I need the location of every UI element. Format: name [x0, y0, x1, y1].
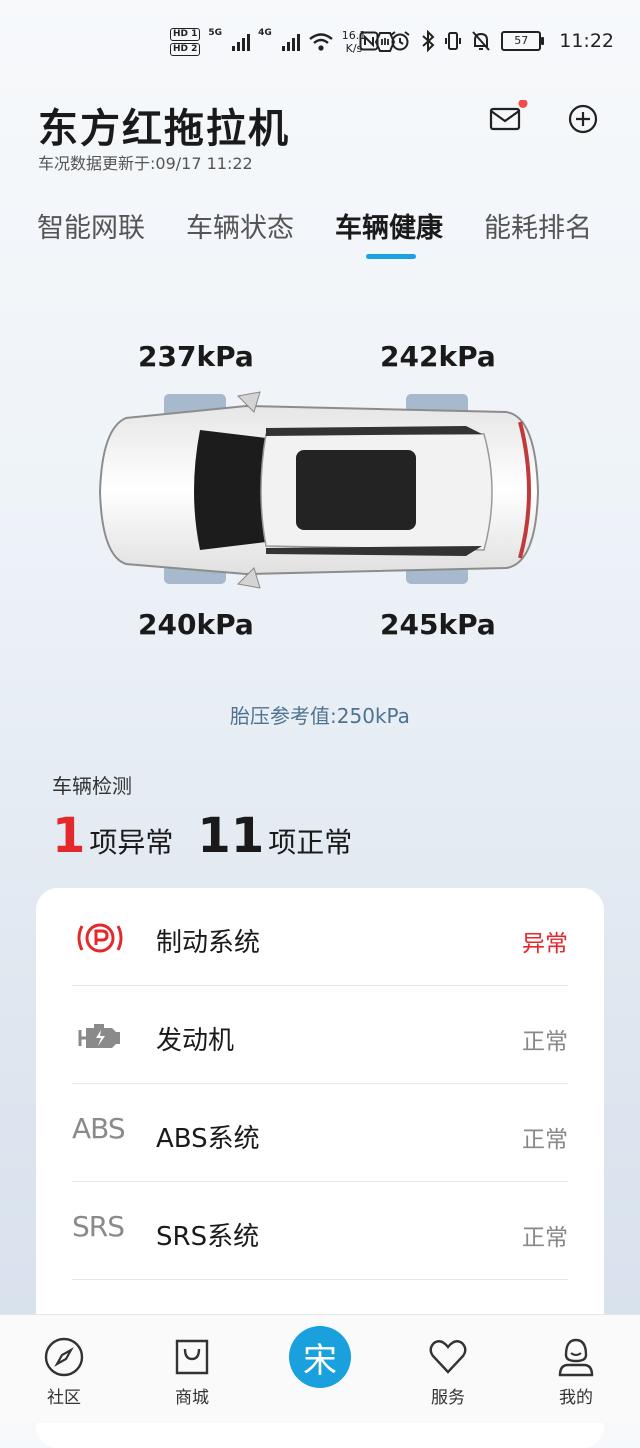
- hd2-badge: HD 2: [170, 43, 201, 56]
- abnormal-unit: 项异常: [89, 826, 174, 859]
- tire-pressure-reference: 胎压参考值:250kPa: [230, 704, 410, 728]
- messages-button[interactable]: [488, 99, 528, 140]
- network-5g-label: 5G: [208, 28, 223, 38]
- tab-smart-connect[interactable]: 智能网联: [37, 206, 145, 245]
- normal-count: 11: [197, 808, 265, 864]
- nav-service[interactable]: 服务: [403, 1315, 493, 1408]
- center-button-glyph: 宋: [303, 1340, 337, 1381]
- tire-pressure-rear-left: 240kPa: [138, 608, 254, 641]
- active-tab-indicator: [366, 254, 416, 259]
- system-status: 异常: [522, 931, 568, 957]
- tire-pressure-rear-right: 245kPa: [380, 608, 496, 641]
- system-name: SRS系统: [156, 1222, 260, 1252]
- tab-bar: 智能网联 车辆状态 车辆健康 能耗排名: [0, 206, 640, 262]
- signal-icon-2: [281, 33, 300, 51]
- profile-icon: [558, 1338, 594, 1377]
- hd1-badge: HD 1: [170, 28, 201, 41]
- compass-icon: [44, 1337, 84, 1377]
- nav-mall[interactable]: 商城: [147, 1315, 237, 1408]
- add-button[interactable]: [563, 100, 603, 140]
- system-name: ABS系统: [156, 1124, 260, 1154]
- system-name: 发动机: [156, 1026, 235, 1056]
- nav-label: 我的: [559, 1388, 593, 1408]
- wifi-icon: [308, 33, 333, 51]
- system-status: 正常: [522, 1029, 568, 1055]
- shopping-bag-icon: [175, 1339, 209, 1375]
- tire-pressure-front-right: 242kPa: [380, 340, 496, 373]
- mail-icon: [489, 99, 528, 131]
- engine-icon: [72, 1016, 128, 1056]
- center-home-button[interactable]: 宋: [289, 1326, 351, 1388]
- status-right: 57 11:22: [359, 30, 614, 52]
- nfc-icon: [359, 31, 379, 51]
- hd-badges: HD 1 HD 2: [170, 28, 201, 56]
- nav-label: 社区: [47, 1388, 81, 1408]
- mute-bell-icon: [472, 31, 490, 51]
- bluetooth-icon: [422, 30, 435, 52]
- detection-label: 车辆检测: [52, 774, 132, 798]
- update-timestamp: 车况数据更新于:09/17 11:22: [38, 154, 253, 173]
- system-status: 正常: [522, 1225, 568, 1251]
- heart-icon: [429, 1340, 467, 1374]
- system-status: 正常: [522, 1127, 568, 1153]
- vibrate-icon: [445, 32, 462, 50]
- network-4g-label: 4G: [258, 28, 272, 38]
- battery-indicator: 57: [501, 31, 545, 51]
- system-row-abs[interactable]: ABS ABS系统 正常: [36, 1084, 604, 1182]
- nav-me[interactable]: 我的: [531, 1315, 621, 1408]
- abs-icon: ABS: [72, 1112, 126, 1145]
- abnormal-count: 1: [52, 808, 86, 864]
- tab-energy-ranking[interactable]: 能耗排名: [484, 206, 592, 245]
- notification-dot: [518, 99, 528, 108]
- plus-circle-icon: [568, 104, 598, 134]
- system-name: 制动系统: [156, 928, 261, 958]
- nav-community[interactable]: 社区: [19, 1315, 109, 1408]
- nav-label: 商城: [175, 1388, 209, 1408]
- status-time: 11:22: [559, 30, 614, 52]
- nav-label: 服务: [431, 1388, 465, 1408]
- normal-unit: 项正常: [268, 826, 353, 859]
- alarm-icon: [390, 31, 410, 51]
- signal-icon: [232, 33, 251, 51]
- srs-icon: SRS: [72, 1210, 125, 1243]
- tire-pressure-front-left: 237kPa: [138, 340, 254, 373]
- system-row-engine[interactable]: 发动机 正常: [36, 986, 604, 1084]
- car-top-view-image: [98, 391, 540, 589]
- status-bar: HD 1 HD 2 5G 4G 16.1 K/s 57 11:22: [0, 0, 640, 96]
- system-row-brake[interactable]: 制动系统 异常: [36, 888, 604, 986]
- row-divider: [72, 1279, 568, 1280]
- parking-brake-icon: [72, 918, 128, 958]
- page-title: 东方红拖拉机: [38, 106, 290, 152]
- system-row-srs[interactable]: SRS SRS系统 正常: [36, 1182, 604, 1280]
- tab-vehicle-status[interactable]: 车辆状态: [186, 206, 294, 245]
- tab-vehicle-health[interactable]: 车辆健康: [335, 206, 443, 245]
- detection-summary: 1 项异常 11 项正常: [52, 808, 352, 864]
